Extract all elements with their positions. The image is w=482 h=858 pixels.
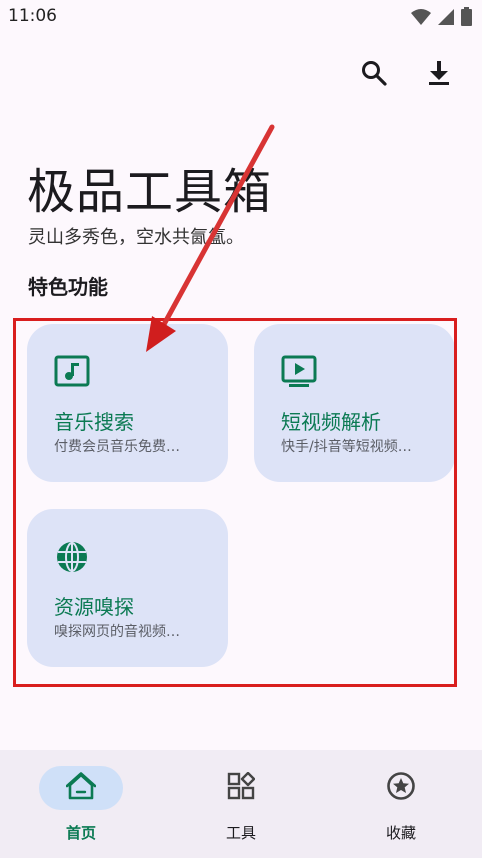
signal-icon: [437, 8, 455, 30]
star-badge-icon: [386, 771, 416, 805]
nav-pill: [199, 766, 283, 810]
section-title: 特色功能: [28, 275, 108, 299]
nav-label: 工具: [225, 824, 256, 842]
nav-active-indicator: [39, 766, 123, 810]
apps-grid-icon: [227, 771, 256, 804]
download-button[interactable]: [422, 58, 456, 92]
nav-item-home[interactable]: 首页: [21, 766, 141, 846]
nav-pill: [359, 766, 443, 810]
bottom-navigation: 首页 工具 收藏: [0, 750, 482, 858]
annotation-highlight-box: [13, 318, 457, 687]
home-icon: [65, 772, 97, 804]
download-icon: [427, 60, 451, 90]
search-icon: [361, 60, 387, 90]
wifi-icon: [411, 8, 431, 30]
status-bar: 11:06: [0, 0, 482, 34]
nav-item-favorites[interactable]: 收藏: [341, 766, 461, 846]
nav-label: 首页: [65, 824, 96, 842]
page-subtitle: 灵山多秀色，空水共氤氲。: [28, 227, 244, 248]
battery-icon: [461, 7, 472, 30]
search-button[interactable]: [357, 58, 391, 92]
page-title: 极品工具箱: [27, 164, 273, 220]
nav-item-tools[interactable]: 工具: [181, 766, 301, 846]
status-icons: [411, 7, 472, 30]
nav-label: 收藏: [385, 824, 416, 842]
status-time: 11:06: [8, 6, 57, 26]
